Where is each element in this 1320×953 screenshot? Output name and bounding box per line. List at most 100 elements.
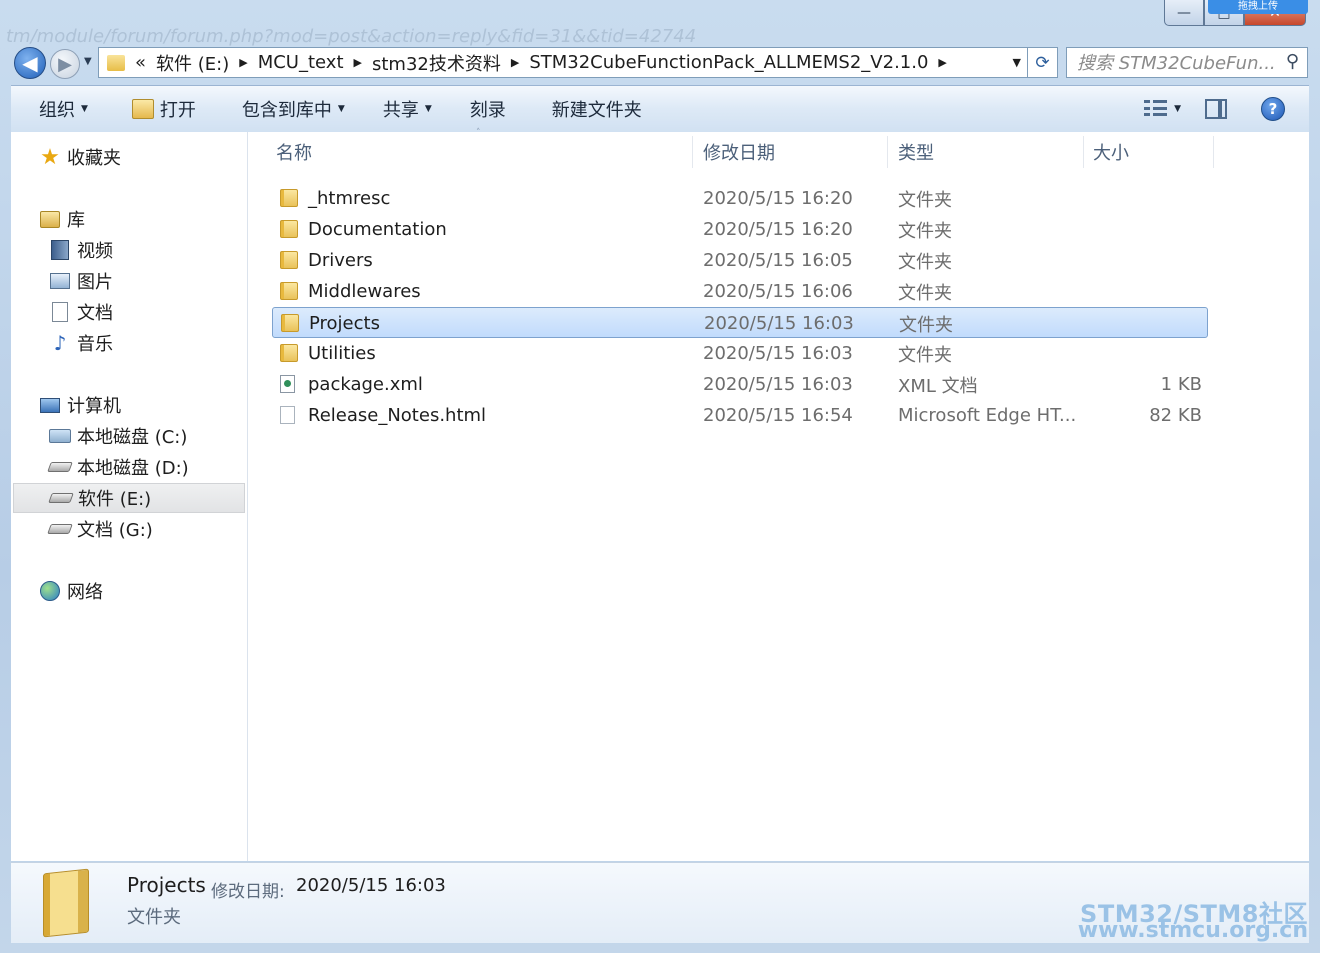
column-header-name[interactable]: 名称: [276, 132, 312, 172]
folder-icon: [107, 54, 125, 71]
burn-button[interactable]: 刻录: [470, 96, 506, 122]
sort-indicator-icon: ˄: [476, 128, 481, 138]
table-row[interactable]: Utilities 2020/5/15 16:03 文件夹: [272, 338, 1208, 369]
file-modified: 2020/5/15 16:03: [704, 313, 854, 334]
sidebar-item-label: 收藏夹: [67, 148, 121, 169]
navigation-pane: ★ 收藏夹 库 视频 图片 文档 ♪ 音乐 计算机 本地磁盘 (C:) 本地磁盘…: [11, 132, 248, 861]
breadcrumb-chevron-icon[interactable]: ▶: [938, 56, 946, 69]
file-name: Documentation: [308, 219, 447, 240]
include-in-library-menu[interactable]: 包含到库中 ▼: [242, 96, 345, 122]
address-bar[interactable]: « 软件 (E:) ▶ MCU_text ▶ stm32技术资料 ▶ STM32…: [98, 47, 1028, 78]
file-size: 1 KB: [1160, 374, 1202, 395]
table-row[interactable]: package.xml 2020/5/15 16:03 XML 文档 1 KB: [272, 369, 1208, 400]
explorer-window: tm/module/forum/forum.php?mod=post&actio…: [0, 0, 1320, 953]
breadcrumb-overflow[interactable]: «: [135, 52, 146, 73]
sidebar-item-label: 图片: [77, 272, 113, 293]
table-row-selected[interactable]: Projects 2020/5/15 16:03 文件夹: [272, 307, 1208, 338]
sidebar-item-label: 音乐: [77, 334, 113, 355]
address-dropdown-icon[interactable]: ▼: [1013, 56, 1021, 69]
upload-badge[interactable]: 拖拽上传: [1208, 0, 1308, 14]
folder-icon: [281, 314, 299, 332]
column-divider[interactable]: [887, 136, 888, 168]
column-header-modified[interactable]: 修改日期: [703, 132, 775, 172]
drive-icon: [48, 493, 74, 503]
file-list: ˄ 名称 修改日期 类型 大小 _htmresc 2020/5/15 16:20…: [248, 128, 1309, 861]
search-icon[interactable]: ⚲: [1286, 51, 1299, 72]
organize-menu[interactable]: 组织 ▼: [39, 96, 88, 122]
breadcrumb-stm32-docs[interactable]: stm32技术资料: [372, 50, 501, 76]
table-row[interactable]: Documentation 2020/5/15 16:20 文件夹: [272, 214, 1208, 245]
sidebar-item-music[interactable]: ♪ 音乐: [11, 328, 283, 358]
drive-icon: [47, 462, 73, 472]
table-row[interactable]: Release_Notes.html 2020/5/15 16:54 Micro…: [272, 400, 1208, 431]
details-type: 文件夹: [127, 907, 181, 928]
refresh-button[interactable]: ⟳: [1028, 47, 1058, 78]
view-dropdown-icon[interactable]: ▼: [1174, 104, 1181, 114]
breadcrumb-current-folder[interactable]: STM32CubeFunctionPack_ALLMEMS2_V2.1.0: [529, 52, 928, 73]
column-header-type[interactable]: 类型: [898, 132, 934, 172]
breadcrumb-mcu-text[interactable]: MCU_text: [258, 52, 344, 73]
column-header-size[interactable]: 大小: [1093, 132, 1129, 172]
share-label: 共享: [382, 100, 419, 121]
recent-pages-dropdown[interactable]: ▼: [84, 56, 92, 67]
sidebar-item-computer[interactable]: 计算机: [11, 390, 273, 420]
view-options-icon[interactable]: [1144, 100, 1168, 118]
breadcrumb-chevron-icon[interactable]: ▶: [354, 56, 362, 69]
sidebar-item-drive-d[interactable]: 本地磁盘 (D:): [11, 452, 283, 482]
file-modified: 2020/5/15 16:20: [703, 219, 853, 240]
minimize-button[interactable]: —: [1164, 0, 1204, 26]
new-folder-button[interactable]: 新建文件夹: [552, 96, 642, 122]
forward-button[interactable]: ▶: [50, 49, 80, 79]
details-name: Projects: [127, 873, 206, 897]
share-menu[interactable]: 共享 ▼: [383, 96, 432, 122]
file-name: Projects: [309, 313, 380, 334]
column-divider[interactable]: [692, 136, 693, 168]
sidebar-item-documents[interactable]: 文档: [11, 297, 283, 327]
back-button[interactable]: ◀: [14, 47, 46, 79]
table-row[interactable]: Drivers 2020/5/15 16:05 文件夹: [272, 245, 1208, 276]
table-row[interactable]: _htmresc 2020/5/15 16:20 文件夹: [272, 183, 1208, 214]
details-modified-value: 2020/5/15 16:03: [296, 875, 446, 896]
table-row[interactable]: Middlewares 2020/5/15 16:06 文件夹: [272, 276, 1208, 307]
watermark-url: www.stmcu.org.cn: [1077, 918, 1308, 943]
sidebar-item-drive-c[interactable]: 本地磁盘 (C:): [11, 421, 283, 451]
sidebar-item-drive-g[interactable]: 文档 (G:): [11, 514, 283, 544]
file-name: package.xml: [308, 374, 423, 395]
chevron-down-icon: ▼: [337, 104, 345, 114]
pictures-library-icon: [50, 273, 70, 289]
documents-library-icon: [52, 302, 68, 322]
file-type: 文件夹: [898, 344, 952, 366]
search-box[interactable]: ⚲: [1066, 47, 1308, 78]
sidebar-item-label: 网络: [67, 582, 103, 603]
column-divider[interactable]: [1083, 136, 1084, 168]
sidebar-item-favorites[interactable]: ★ 收藏夹: [11, 142, 273, 172]
chevron-down-icon: ▼: [81, 104, 88, 114]
breadcrumb-chevron-icon[interactable]: ▶: [239, 56, 247, 69]
breadcrumb-drive-e[interactable]: 软件 (E:): [156, 50, 229, 76]
file-size: 82 KB: [1149, 405, 1202, 426]
file-name: Drivers: [308, 250, 373, 271]
sidebar-item-drive-e[interactable]: 软件 (E:): [13, 483, 245, 513]
file-name: Release_Notes.html: [308, 405, 487, 426]
sidebar-item-label: 本地磁盘 (D:): [77, 458, 189, 479]
network-icon: [40, 581, 60, 601]
sidebar-item-network[interactable]: 网络: [11, 576, 273, 606]
column-divider[interactable]: [1213, 136, 1214, 168]
file-type: XML 文档: [898, 375, 978, 397]
file-name: Utilities: [308, 343, 376, 364]
library-icon: [40, 210, 60, 228]
breadcrumb-chevron-icon[interactable]: ▶: [511, 56, 519, 69]
sidebar-item-libraries[interactable]: 库: [11, 204, 273, 234]
help-icon[interactable]: ?: [1261, 97, 1285, 121]
file-type: 文件夹: [898, 282, 952, 304]
file-type: Microsoft Edge HT...: [898, 405, 1077, 426]
sidebar-item-videos[interactable]: 视频: [11, 235, 283, 265]
drive-icon: [47, 524, 73, 534]
file-modified: 2020/5/15 16:20: [703, 188, 853, 209]
file-modified: 2020/5/15 16:03: [703, 374, 853, 395]
search-input[interactable]: [1075, 48, 1279, 78]
sidebar-item-pictures[interactable]: 图片: [11, 266, 283, 296]
open-button[interactable]: 打开: [131, 96, 196, 122]
file-modified: 2020/5/15 16:54: [703, 405, 853, 426]
preview-pane-icon[interactable]: [1205, 99, 1227, 119]
